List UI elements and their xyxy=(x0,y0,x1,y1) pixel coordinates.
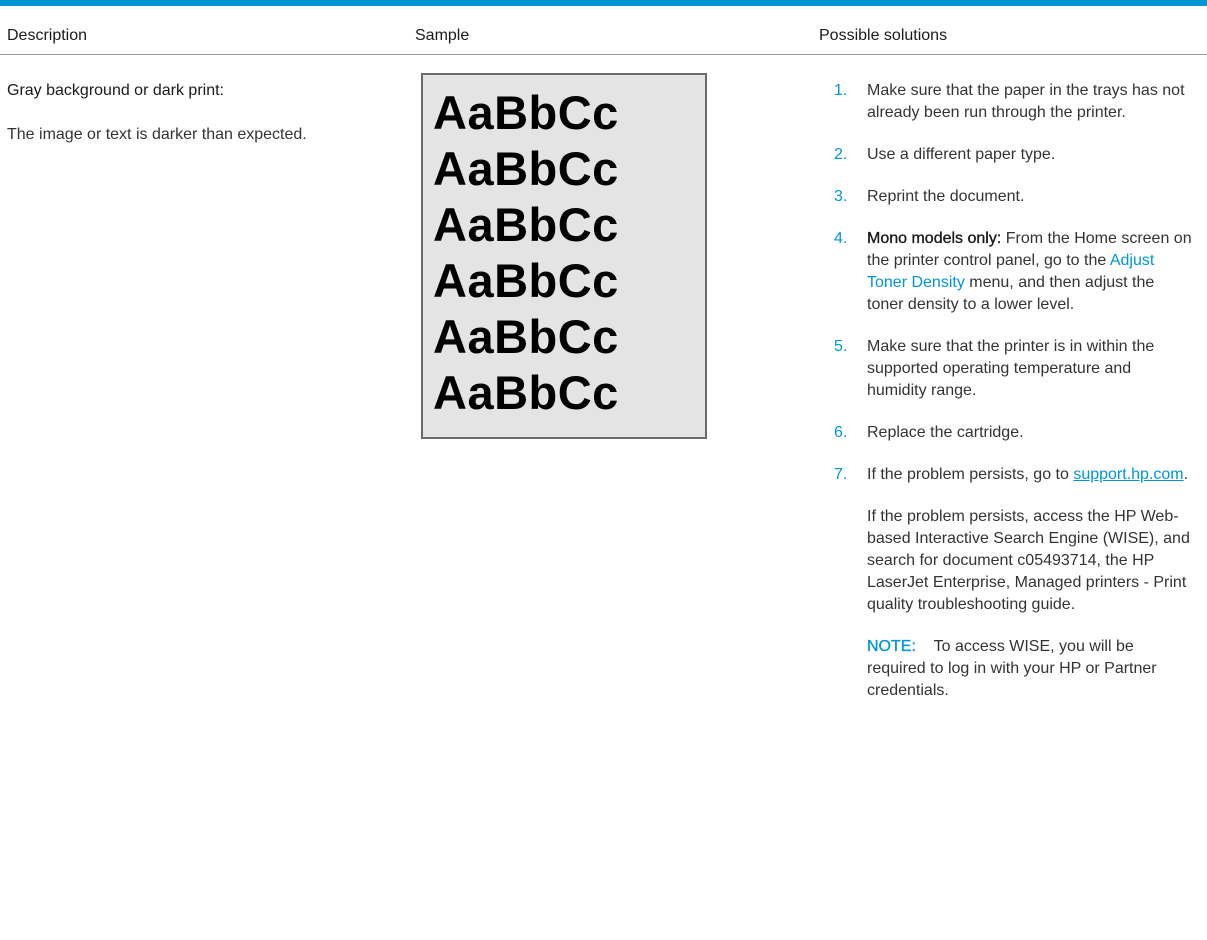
solutions-list: 1. Make sure that the paper in the trays… xyxy=(834,80,1194,722)
mono-models-label: Mono models only: xyxy=(867,230,1002,247)
solution-text: Make sure that the printer is in within … xyxy=(867,338,1155,399)
solution-item: 1. Make sure that the paper in the trays… xyxy=(834,80,1194,124)
sample-text-line: AaBbCc xyxy=(433,310,619,363)
solution-item: 2. Use a different paper type. xyxy=(834,144,1194,166)
support-link[interactable]: support.hp.com xyxy=(1073,466,1183,483)
solution-item: 7. If the problem persists, go to suppor… xyxy=(834,464,1194,702)
description-column-header: Description xyxy=(7,27,88,44)
solutions-column-header: Possible solutions xyxy=(819,27,948,44)
solution-item: 3. Reprint the document. xyxy=(834,186,1194,208)
problem-title: Gray background or dark print: xyxy=(7,82,224,99)
solution-item: 5. Make sure that the printer is in with… xyxy=(834,336,1194,402)
solution-text: Replace the cartridge. xyxy=(867,424,1024,441)
step-number: 1. xyxy=(834,82,848,99)
solution-text-end: . xyxy=(1183,466,1189,483)
sample-text-line: AaBbCc xyxy=(433,198,619,251)
step-number: 7. xyxy=(834,466,848,483)
solution-text: If the problem persists, go to xyxy=(867,466,1074,483)
sample-column-header: Sample xyxy=(415,27,470,44)
sample-text-line: AaBbCc xyxy=(433,86,619,139)
step-number: 4. xyxy=(834,230,848,247)
solution-text: Make sure that the paper in the trays ha… xyxy=(867,82,1185,121)
solution-text: Reprint the document. xyxy=(867,188,1025,205)
note-paragraph: NOTE: To access WISE, you will be requir… xyxy=(867,636,1194,702)
step-number: 2. xyxy=(834,146,848,163)
table-header-row: Description Sample Possible solutions xyxy=(0,6,1207,55)
step-number: 6. xyxy=(834,424,848,441)
sample-text-line: AaBbCc xyxy=(433,366,619,419)
wise-paragraph: If the problem persists, access the HP W… xyxy=(867,508,1190,613)
sample-text-line: AaBbCc xyxy=(433,142,619,195)
step-number: 5. xyxy=(834,338,848,355)
solution-text: Use a different paper type. xyxy=(867,146,1056,163)
problem-description: The image or text is darker than expecte… xyxy=(7,126,307,143)
solution-item: 4. Mono models only: From the Home scree… xyxy=(834,228,1194,316)
note-label: NOTE: xyxy=(867,638,916,655)
sample-print-image: AaBbCc AaBbCc AaBbCc AaBbCc AaBbCc AaBbC… xyxy=(421,73,707,439)
sample-text-line: AaBbCc xyxy=(433,254,619,307)
step-number: 3. xyxy=(834,188,848,205)
solution-item: 6. Replace the cartridge. xyxy=(834,422,1194,444)
